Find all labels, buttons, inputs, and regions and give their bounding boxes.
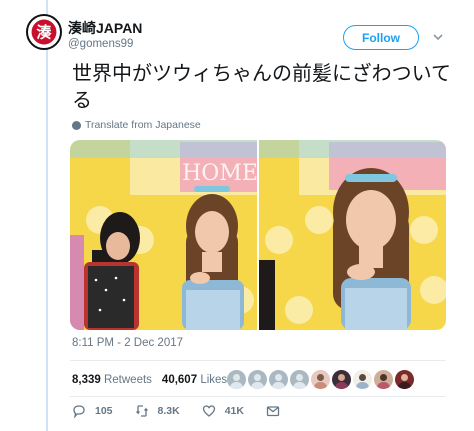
avatar-glyph: 湊 — [36, 23, 52, 41]
divider — [70, 396, 446, 397]
divider — [70, 360, 446, 361]
chevron-down-icon[interactable] — [431, 30, 445, 44]
display-name[interactable]: 湊崎JAPAN — [68, 20, 142, 36]
reply-icon — [73, 405, 85, 418]
retweets-stat[interactable]: 8,339 Retweets — [72, 374, 152, 386]
translate-label: Translate from Japanese — [85, 119, 201, 131]
envelope-icon — [266, 406, 280, 417]
retweet-icon — [135, 405, 148, 417]
translate-link[interactable]: Translate from Japanese — [72, 119, 201, 131]
retweet-button[interactable]: 8.3K — [135, 404, 180, 418]
likes-label: Likes — [200, 374, 228, 386]
liker-avatar[interactable] — [374, 370, 393, 389]
like-count: 41K — [224, 405, 244, 417]
liker-avatar[interactable] — [290, 370, 309, 389]
tweet-media[interactable]: HOME — [70, 140, 446, 330]
retweets-count: 8,339 — [72, 374, 101, 386]
media-photo-left[interactable]: HOME — [70, 140, 257, 330]
user-handle[interactable]: @gomens99 — [68, 36, 142, 52]
liker-avatar[interactable] — [311, 370, 330, 389]
liker-avatars — [227, 370, 414, 389]
tweet-header: 湊 湊崎JAPAN @gomens99 Follow — [26, 14, 466, 58]
liker-avatar[interactable] — [395, 370, 414, 389]
engagement-stats: 8,339 Retweets 40,607 Likes — [72, 368, 237, 392]
reply-count: 105 — [95, 405, 113, 417]
likes-stat[interactable]: 40,607 Likes — [162, 374, 227, 386]
avatar[interactable]: 湊 — [26, 14, 62, 50]
reply-button[interactable]: 105 — [72, 404, 113, 418]
tweet-timestamp[interactable]: 8:11 PM - 2 Dec 2017 — [72, 337, 183, 349]
media-photo-right[interactable] — [259, 140, 446, 330]
liker-avatar[interactable] — [269, 370, 288, 389]
likes-count: 40,607 — [161, 374, 198, 386]
media-overlay-text: HOME — [182, 161, 257, 186]
liker-avatar[interactable] — [227, 370, 246, 389]
liker-avatar[interactable] — [332, 370, 351, 389]
globe-icon — [72, 120, 81, 130]
heart-icon — [202, 405, 215, 417]
tweet-text: 世界中がツウィちゃんの前髪にざわついてる — [72, 61, 451, 112]
liker-avatar[interactable] — [353, 370, 372, 389]
thread-rail — [46, 0, 48, 431]
tweet-page: 湊 湊崎JAPAN @gomens99 Follow 世界中がツウィちゃんの前髪… — [0, 0, 474, 431]
avatar-logo-icon: 湊 — [28, 16, 60, 48]
retweets-label: Retweets — [103, 374, 152, 386]
liker-avatar[interactable] — [248, 370, 267, 389]
like-button[interactable]: 41K — [202, 404, 244, 418]
follow-button[interactable]: Follow — [343, 25, 419, 50]
user-info[interactable]: 湊崎JAPAN @gomens99 — [68, 20, 142, 52]
retweet-count: 8.3K — [157, 405, 180, 417]
tweet-actions: 105 8.3K 41K — [72, 404, 302, 418]
direct-message-button[interactable] — [266, 404, 280, 418]
